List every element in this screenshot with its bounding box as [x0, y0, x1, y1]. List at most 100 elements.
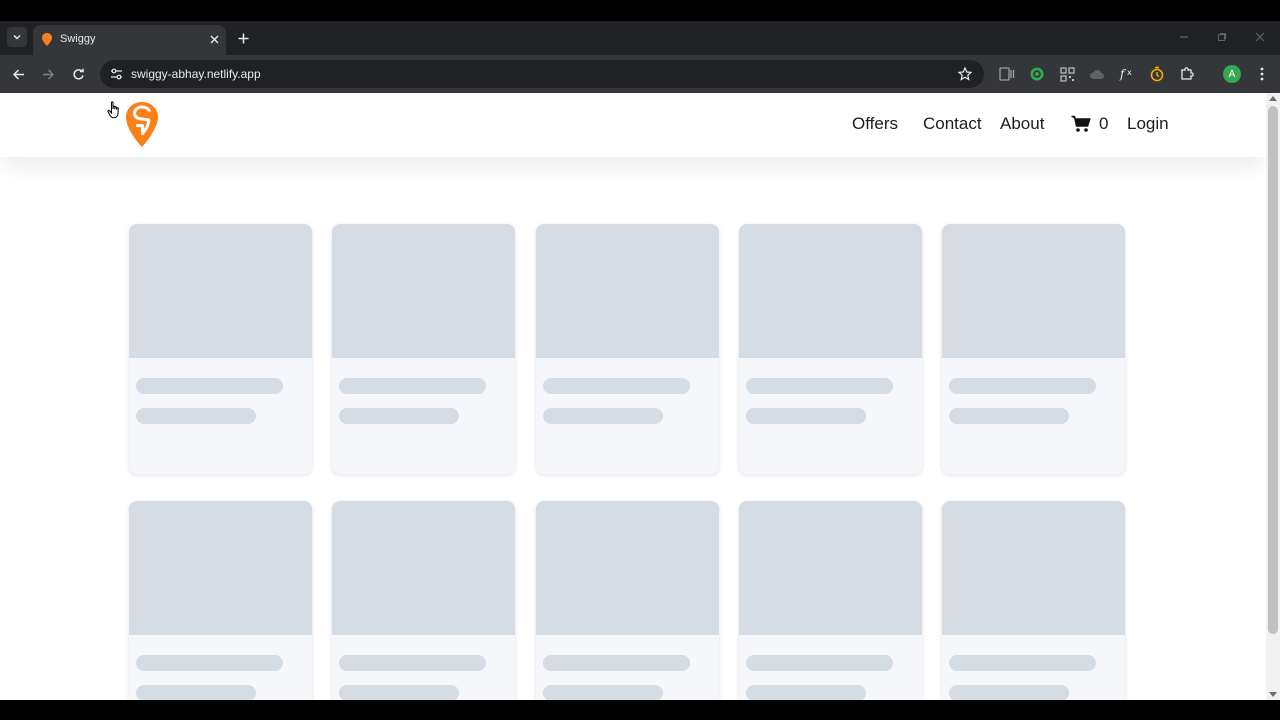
close-icon [210, 35, 218, 43]
arrow-right-icon [42, 68, 54, 80]
shimmer-line [136, 408, 256, 424]
restore-icon [1217, 32, 1227, 42]
shimmer-image [332, 224, 515, 358]
cloud-icon [1089, 70, 1104, 79]
shimmer-line [543, 685, 663, 700]
shimmer-line [949, 655, 1096, 671]
shimmer-card [536, 224, 719, 474]
shimmer-line [949, 408, 1069, 424]
shimmer-line [339, 378, 486, 394]
screen-top-edge [0, 0, 1280, 21]
extension-css[interactable] [998, 65, 1016, 83]
reload-button[interactable] [68, 64, 88, 84]
shimmer-line [746, 378, 893, 394]
shimmer-line [746, 408, 866, 424]
nav-contact[interactable]: Contact [923, 114, 982, 134]
shimmer-card [536, 501, 719, 700]
shimmer-image [536, 224, 719, 358]
shimmer-image [332, 501, 515, 635]
extension-function[interactable]: fx [1118, 65, 1136, 83]
url-text: swiggy-abhay.netlify.app [131, 67, 261, 81]
bookmark-button[interactable] [956, 65, 974, 83]
reload-icon [72, 68, 84, 80]
arrow-left-icon [12, 68, 24, 80]
shimmer-line [136, 685, 256, 700]
page-scrollbar[interactable] [1266, 93, 1280, 700]
shimmer-card [739, 501, 922, 700]
scroll-down-arrow-icon[interactable] [1269, 692, 1277, 697]
minimize-icon [1180, 36, 1188, 38]
shimmer-line [746, 655, 893, 671]
shimmer-card [942, 224, 1125, 474]
extensions-button[interactable] [1178, 65, 1196, 83]
restore-button[interactable] [1214, 29, 1230, 45]
tab-strip: Swiggy [0, 21, 1280, 55]
web-page: Offers Contact About 0 Login [0, 93, 1266, 700]
function-icon: fx [1119, 67, 1132, 81]
hand-cursor-icon [107, 101, 119, 119]
browser-toolbar: swiggy-abhay.netlify.app fx A [0, 55, 1280, 93]
shimmer-line [746, 685, 866, 700]
cart-count: 0 [1099, 114, 1109, 133]
shimmer-card [332, 224, 515, 474]
more-vertical-icon [1260, 67, 1264, 81]
shimmer-card [332, 501, 515, 700]
address-bar[interactable]: swiggy-abhay.netlify.app [100, 60, 984, 88]
nav-cart[interactable]: 0 [1071, 114, 1108, 134]
shimmer-card [129, 224, 312, 474]
shimmer-line [949, 685, 1069, 700]
profile-avatar[interactable]: A [1223, 65, 1241, 83]
browser-window: Swiggy swiggy-abhay.netlify.app f x A Of… [0, 0, 1280, 720]
extension-timer[interactable] [1148, 65, 1166, 83]
shimmer-line [543, 655, 690, 671]
tab-close-button[interactable] [206, 31, 222, 47]
back-button[interactable] [8, 64, 28, 84]
browser-menu-button[interactable] [1253, 64, 1271, 84]
shimmer-image [129, 501, 312, 635]
close-window-button[interactable] [1252, 29, 1268, 45]
shimmer-card [739, 224, 922, 474]
shimmer-image [739, 501, 922, 635]
timer-icon [1150, 66, 1164, 82]
extension-target[interactable] [1028, 65, 1046, 83]
svg-text:f: f [1119, 67, 1127, 81]
scrollbar-thumb[interactable] [1268, 106, 1278, 634]
shimmer-line [339, 408, 459, 424]
site-info-button[interactable] [108, 66, 124, 82]
shimmer-image [942, 501, 1125, 635]
nav-login[interactable]: Login [1127, 114, 1169, 134]
swiggy-pin-icon [42, 33, 52, 46]
shimmer-line [339, 655, 486, 671]
scroll-up-arrow-icon[interactable] [1269, 96, 1277, 101]
target-icon [1030, 67, 1044, 81]
puzzle-icon [1181, 67, 1194, 80]
minimize-button[interactable] [1176, 29, 1192, 45]
browser-tab-swiggy[interactable]: Swiggy [33, 25, 226, 55]
tab-title: Swiggy [60, 33, 96, 45]
nav-about[interactable]: About [1000, 114, 1044, 134]
shimmer-line [949, 378, 1096, 394]
shimmer-line [136, 655, 283, 671]
new-tab-button[interactable] [234, 29, 252, 47]
shimmer-image [942, 224, 1125, 358]
shimmer-card [942, 501, 1125, 700]
shopping-cart-icon [1071, 115, 1091, 132]
shimmer-line [339, 685, 459, 700]
swiggy-logo-icon[interactable] [126, 102, 158, 147]
nav-offers[interactable]: Offers [852, 114, 898, 134]
extension-qr[interactable] [1058, 65, 1076, 83]
forward-button[interactable] [38, 64, 58, 84]
shimmer-line [136, 378, 283, 394]
css-icon [999, 67, 1015, 81]
star-icon [958, 67, 972, 81]
tune-icon [110, 68, 122, 80]
chevron-down-icon [13, 34, 21, 40]
shimmer-image [536, 501, 719, 635]
shimmer-image [129, 224, 312, 358]
site-header: Offers Contact About 0 Login [0, 93, 1266, 157]
screen-bottom-edge [0, 700, 1280, 720]
extension-cloud[interactable] [1088, 65, 1106, 83]
tab-search-button[interactable] [7, 27, 27, 47]
shimmer-card [129, 501, 312, 700]
shimmer-line [543, 378, 690, 394]
